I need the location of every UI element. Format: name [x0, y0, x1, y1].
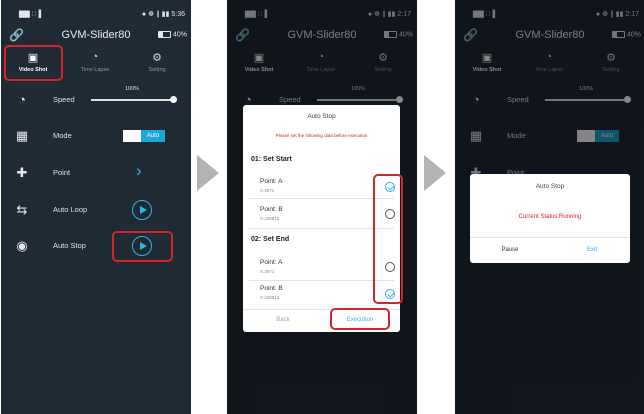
current-status-text: Current Status:Running: [518, 214, 582, 220]
highlight-auto-stop: [112, 231, 173, 262]
tab-time-lapse[interactable]: ◔ Time Lapse: [65, 50, 125, 78]
exit-button[interactable]: Exit: [562, 247, 622, 253]
dialog-title: Auto Stop: [535, 183, 565, 190]
phone-screen-1: ▇▇ ∷▐ ● ☸ ∥ ▮▮ 5:36 🔗 GVM-Slider80 40% ▣…: [1, 0, 191, 414]
highlight-execution: [330, 308, 390, 330]
running-status-dialog: Auto Stop Current Status:Running Pause E…: [470, 174, 630, 263]
point-label: Point: B: [260, 285, 283, 292]
auto-stop-label: Auto Stop: [53, 241, 86, 250]
point-coordinate: X:3671: [260, 188, 275, 193]
next-step-arrow: [424, 155, 446, 191]
point-label: Point: [53, 168, 71, 177]
point-label: Point: A: [260, 178, 283, 185]
mode-toggle[interactable]: Auto: [123, 130, 165, 142]
section-title: 02: Set End: [251, 236, 290, 243]
point-coordinate: X:328812: [260, 295, 280, 300]
stop-circle-icon: ◉: [16, 238, 28, 253]
status-right: ● ☸ ∥ ▮▮ 5:36: [141, 11, 185, 18]
back-button[interactable]: Back: [253, 317, 313, 323]
tab-label: Time Lapse: [80, 67, 110, 73]
auto-loop-play-button[interactable]: [132, 200, 152, 220]
status-left: ▇▇ ∷▐: [19, 11, 42, 18]
next-step-arrow: [197, 155, 219, 191]
point-label: Point: A: [260, 259, 283, 266]
point-coordinate: X:3671: [260, 269, 275, 274]
phone-screen-3: ▇▇ ∷▐ ● ☸ ∥ ▮▮ 2:17 🔗 GVM-Slider80 40% ▣…: [455, 0, 644, 414]
point-row[interactable]: ✚ Point: [1, 163, 191, 183]
point-label: Point: B: [260, 206, 283, 213]
speed-value: 100%: [125, 86, 140, 92]
gear-icon: ⚙: [152, 52, 162, 64]
battery-level: 40%: [172, 31, 187, 39]
battery-indicator: 40%: [157, 31, 187, 39]
speed-slider-track[interactable]: [91, 99, 173, 101]
dialog-note: Please set the following data before exe…: [275, 133, 368, 138]
mode-value: Auto: [141, 130, 165, 142]
section-title: 01: Set Start: [251, 156, 292, 163]
tab-setting[interactable]: ⚙ Setting: [127, 50, 187, 78]
speed-gauge-icon: ◔: [18, 92, 26, 107]
highlight-radio-column: [373, 174, 403, 304]
title-bar: 🔗 GVM-Slider80 40%: [1, 28, 191, 44]
chevron-right-icon[interactable]: ›: [136, 161, 142, 181]
loop-arrows-icon: ⇆: [16, 202, 28, 217]
tab-label: Setting: [148, 67, 166, 73]
speed-slider-knob[interactable]: [170, 96, 177, 103]
timelapse-icon: ◔: [91, 51, 99, 63]
auto-loop-row: ⇆ Auto Loop: [1, 200, 191, 220]
phone-screen-2: ▇▇ ∷▐ ● ☸ ∥ ▮▮ 2:17 🔗 GVM-Slider80 40% ▣…: [227, 0, 417, 414]
dialog-title: Auto Stop: [307, 113, 336, 120]
status-bar: ▇▇ ∷▐ ● ☸ ∥ ▮▮ 5:36: [1, 0, 191, 30]
divider: [470, 237, 630, 238]
point-coordinate: X:328812: [260, 216, 280, 221]
speed-label: Speed: [53, 95, 75, 104]
toggle-thumb: [123, 130, 141, 142]
highlight-tab: [4, 45, 63, 81]
pause-button[interactable]: Pause: [480, 247, 540, 253]
point-crosshair-icon: ✚: [16, 165, 28, 180]
mode-icon: ▦: [15, 128, 29, 143]
battery-icon: [157, 31, 171, 38]
auto-loop-label: Auto Loop: [53, 205, 88, 214]
mode-label: Mode: [53, 131, 72, 140]
